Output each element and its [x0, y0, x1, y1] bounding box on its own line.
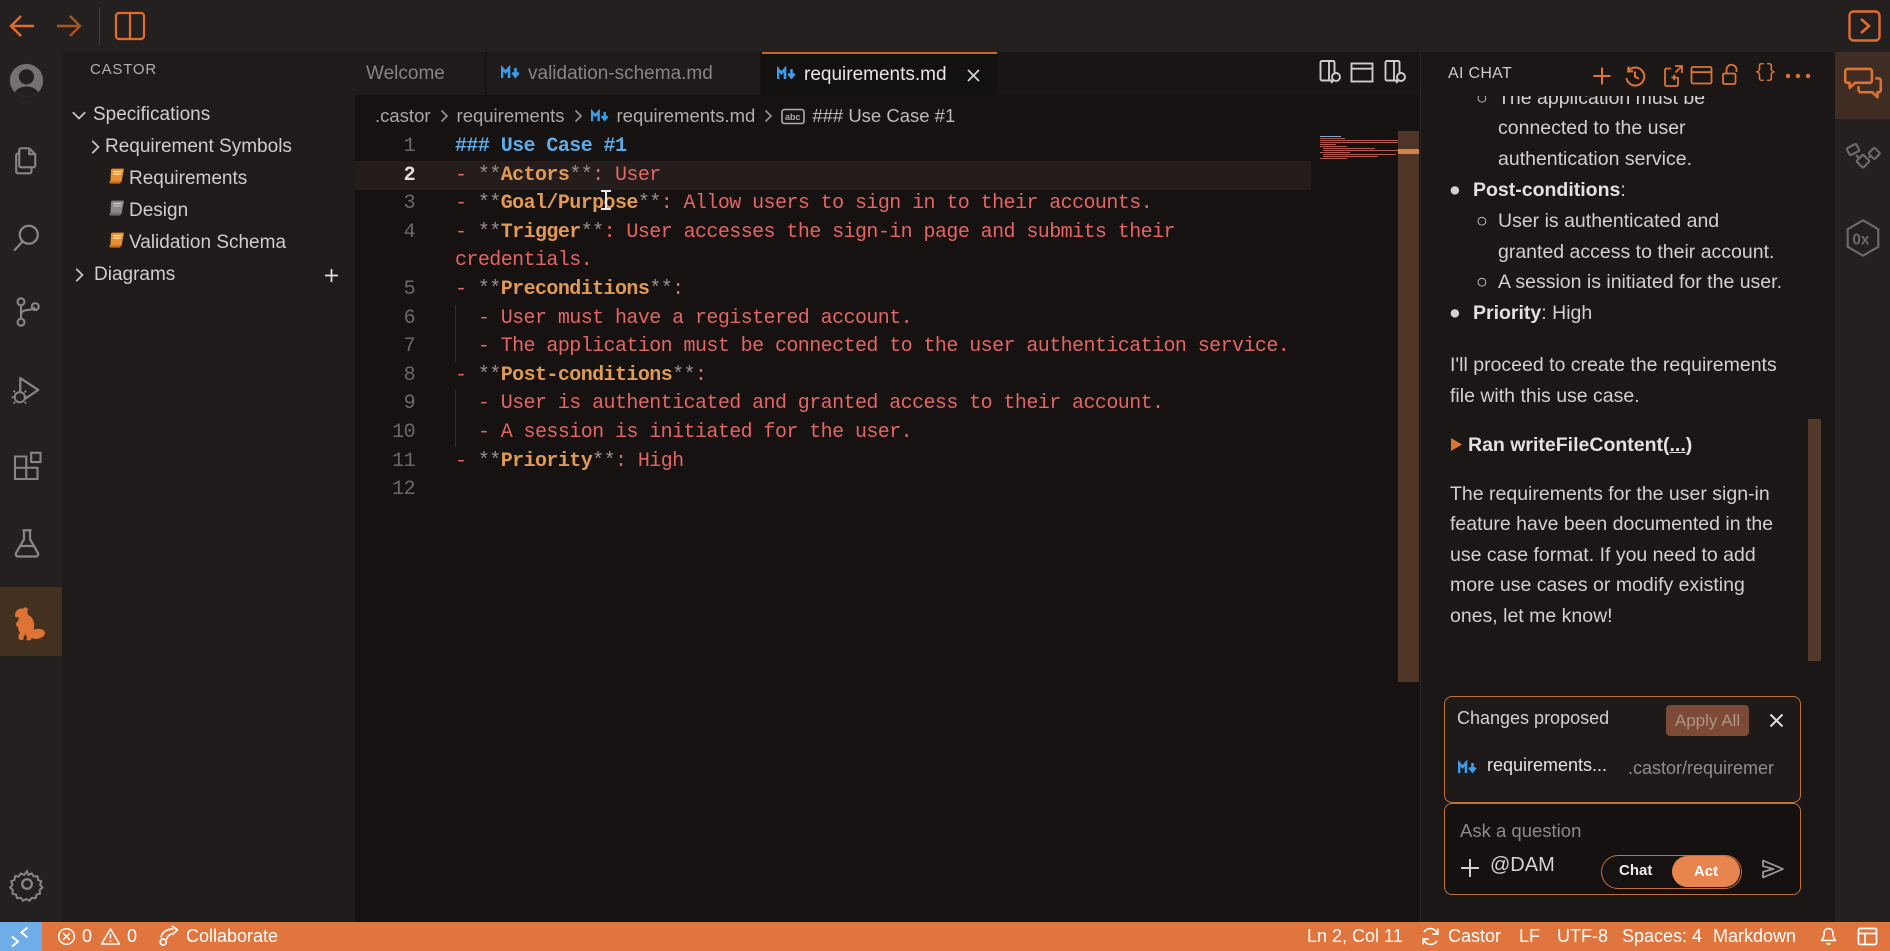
svg-text:0x: 0x: [1852, 231, 1869, 248]
svg-text:abc: abc: [785, 112, 801, 122]
